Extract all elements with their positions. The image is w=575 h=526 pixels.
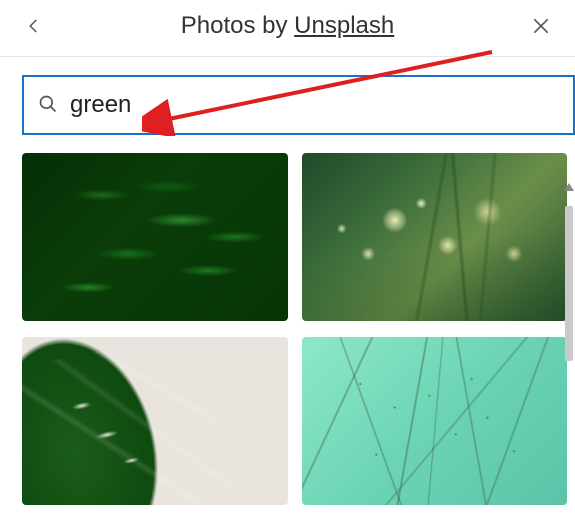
chevron-left-icon — [25, 17, 43, 35]
search-section — [0, 57, 575, 147]
photo-thumbnail[interactable] — [302, 153, 568, 321]
header: Photos by Unsplash — [0, 0, 575, 57]
search-icon — [38, 94, 60, 116]
search-box[interactable] — [22, 75, 575, 135]
photo-thumbnail[interactable] — [302, 337, 568, 505]
title-prefix: Photos by — [181, 12, 294, 39]
close-icon — [531, 16, 551, 36]
close-button[interactable] — [525, 10, 557, 42]
results-grid — [0, 147, 575, 507]
back-button[interactable] — [18, 10, 50, 42]
scrollbar-thumb[interactable] — [565, 206, 573, 361]
page-title: Photos by Unsplash — [181, 12, 394, 40]
photo-thumbnail[interactable] — [22, 153, 288, 321]
unsplash-link[interactable]: Unsplash — [294, 12, 394, 39]
photo-thumbnail[interactable] — [22, 337, 288, 505]
search-input[interactable] — [70, 77, 559, 133]
scroll-up-arrow-icon[interactable] — [563, 180, 575, 192]
